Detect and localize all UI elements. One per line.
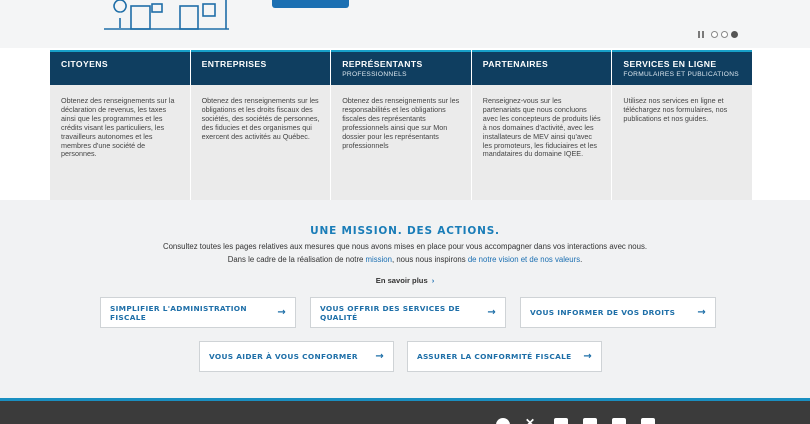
card-title[interactable]: SERVICES EN LIGNE (623, 59, 752, 70)
arrow-right-icon: → (375, 351, 384, 362)
card-subtitle: PROFESSIONNELS (342, 71, 407, 78)
carousel-controls (698, 31, 738, 38)
card-description: Obtenez des renseignements sur les respo… (342, 96, 460, 150)
mission-title: UNE MISSION. DES ACTIONS. (310, 225, 500, 237)
learn-more-label[interactable]: En savoir plus (376, 276, 428, 285)
card-header[interactable]: CITOYENS (50, 50, 190, 85)
mission-intro-links: Dans le cadre de la réalisation de notre… (0, 255, 810, 264)
button-label[interactable]: VOUS INFORMER DE VOS DROITS (530, 308, 675, 317)
mission-text: , nous nous inspirons (391, 255, 468, 264)
footer: ✕ (0, 398, 810, 424)
card-title[interactable]: ENTREPRISES (202, 59, 331, 70)
card-header[interactable]: SERVICES EN LIGNE FORMULAIRES ET PUBLICA… (612, 50, 752, 85)
vision-values-link[interactable]: de notre vision et de nos valeurs (468, 255, 580, 264)
x-icon[interactable]: ✕ (525, 417, 539, 424)
card-representants[interactable]: REPRÉSENTANTS PROFESSIONNELS Obtenez des… (331, 50, 472, 200)
carousel-dot-active[interactable] (731, 31, 738, 38)
card-partenaires[interactable]: PARTENAIRES Renseignez-vous sur les part… (471, 50, 613, 200)
facebook-icon[interactable] (496, 418, 510, 424)
linkedin-icon[interactable] (554, 418, 568, 424)
learn-more-link[interactable]: En savoir plus › (0, 276, 810, 285)
mission-text: . (580, 255, 583, 264)
email-icon[interactable] (612, 418, 626, 424)
mission-text: Dans le cadre de la réalisation de notre (227, 255, 366, 264)
button-label[interactable]: VOUS OFFRIR DES SERVICES DE QUALITÉ (320, 304, 487, 322)
card-header[interactable]: ENTREPRISES (190, 50, 331, 85)
informer-droits-button[interactable]: VOUS INFORMER DE VOS DROITS → (520, 297, 716, 328)
card-description: Obtenez des renseignements sur la déclar… (61, 96, 175, 159)
hero-banner (0, 0, 810, 48)
mission-section: UNE MISSION. DES ACTIONS. Consultez tout… (0, 200, 810, 398)
card-subtitle: FORMULAIRES ET PUBLICATIONS (623, 71, 739, 78)
carousel-dot[interactable] (721, 31, 728, 38)
rss-icon[interactable] (641, 418, 655, 424)
arrow-right-icon: → (697, 307, 706, 318)
card-description: Obtenez des renseignements sur les oblig… (201, 96, 320, 141)
arrow-right-icon: → (583, 351, 592, 362)
card-entreprises[interactable]: ENTREPRISES Obtenez des renseignements s… (190, 50, 332, 200)
mission-intro: Consultez toutes les pages relatives aux… (162, 242, 648, 251)
hero-cta-button[interactable] (272, 0, 349, 8)
conformite-fiscale-button[interactable]: ASSURER LA CONFORMITÉ FISCALE → (407, 341, 602, 372)
card-title[interactable]: REPRÉSENTANTS (342, 59, 471, 70)
youtube-icon[interactable] (583, 418, 597, 424)
arrow-right-icon: → (487, 307, 496, 318)
button-label[interactable]: VOUS AIDER À VOUS CONFORMER (209, 352, 358, 361)
card-citoyens[interactable]: CITOYENS Obtenez des renseignements sur … (50, 50, 191, 200)
carousel-dot[interactable] (711, 31, 718, 38)
card-header[interactable]: REPRÉSENTANTS PROFESSIONNELS (331, 50, 471, 85)
chevron-right-icon: › (431, 276, 435, 285)
card-title[interactable]: PARTENAIRES (483, 59, 612, 70)
arrow-right-icon: → (277, 307, 286, 318)
card-header[interactable]: PARTENAIRES (471, 50, 612, 85)
audience-cards: CITOYENS Obtenez des renseignements sur … (50, 50, 752, 200)
house-illustration-icon (104, 0, 229, 30)
services-qualite-button[interactable]: VOUS OFFRIR DES SERVICES DE QUALITÉ → (310, 297, 506, 328)
card-description: Renseignez-vous sur les partenariats que… (482, 96, 601, 159)
aider-conformer-button[interactable]: VOUS AIDER À VOUS CONFORMER → (199, 341, 394, 372)
mission-link[interactable]: mission (366, 255, 392, 264)
card-description: Utilisez nos services en ligne et téléch… (623, 96, 728, 123)
pause-icon[interactable] (698, 31, 704, 38)
card-services-en-ligne[interactable]: SERVICES EN LIGNE FORMULAIRES ET PUBLICA… (612, 50, 752, 200)
social-links: ✕ (496, 417, 655, 424)
button-label[interactable]: SIMPLIFIER L'ADMINISTRATION FISCALE (110, 304, 277, 322)
card-title[interactable]: CITOYENS (61, 59, 190, 70)
button-label[interactable]: ASSURER LA CONFORMITÉ FISCALE (417, 352, 571, 361)
simplifier-administration-button[interactable]: SIMPLIFIER L'ADMINISTRATION FISCALE → (100, 297, 296, 328)
